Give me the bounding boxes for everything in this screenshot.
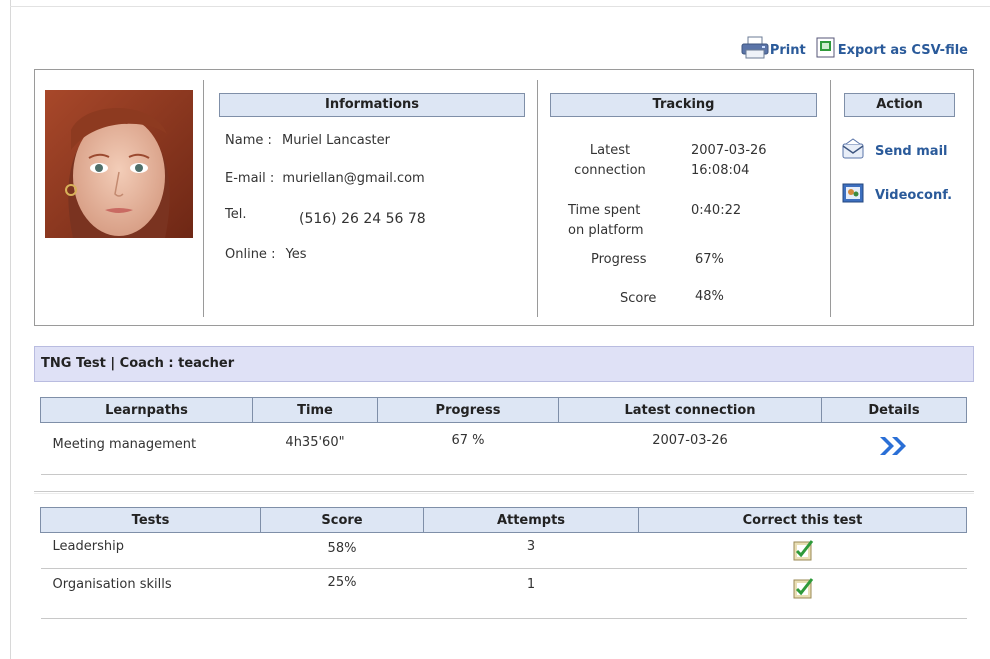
csv-export-icon (814, 36, 838, 64)
col-learnpaths: Learnpaths (40, 397, 253, 423)
test-attempts: 1 (423, 568, 639, 619)
divider-3 (830, 80, 831, 317)
videoconf-label: Videoconf. (875, 187, 953, 203)
divider-2 (537, 80, 538, 317)
col-attempts: Attempts (423, 507, 639, 533)
col-latest-connection: Latest connection (558, 397, 822, 423)
table-row: Meeting management 4h35'60" 67 % 2007-03… (40, 422, 967, 475)
tel-label: Tel. (225, 207, 247, 222)
col-tests: Tests (40, 507, 261, 533)
latest-connection-time: 16:08:04 (691, 163, 750, 178)
correct-test-icon[interactable] (790, 537, 816, 567)
time-spent-value: 0:40:22 (691, 203, 742, 218)
progress-value: 67% (695, 252, 724, 267)
online-value: Yes (285, 247, 307, 262)
time-spent-label-line2: on platform (568, 223, 644, 238)
details-arrow-icon[interactable] (877, 435, 911, 461)
send-mail-label: Send mail (875, 143, 948, 159)
section-separator-shadow (34, 493, 974, 494)
name-label: Name : (225, 133, 272, 148)
col-details: Details (821, 397, 967, 423)
time-spent-label-line1: Time spent (568, 203, 641, 218)
export-csv-label: Export as CSV-file (837, 42, 968, 58)
progress-label: Progress (591, 252, 647, 267)
test-attempts: 3 (423, 532, 639, 569)
correct-test-cell (638, 532, 967, 569)
test-name: Organisation skills (40, 568, 261, 619)
test-name: Leadership (40, 532, 261, 569)
score-label: Score (620, 291, 657, 306)
tests-table: Tests Score Attempts Correct this test L… (40, 507, 967, 619)
table-row: Organisation skills 25% 1 (40, 568, 967, 619)
informations-header: Informations (219, 93, 525, 117)
latest-connection-date: 2007-03-26 (691, 143, 767, 158)
tel-row: Tel. (225, 207, 246, 222)
test-score: 58% (260, 532, 424, 569)
learnpaths-table: Learnpaths Time Progress Latest connecti… (40, 397, 967, 475)
learnpath-progress: 67 % (377, 422, 559, 475)
top-actions: Print Export as CSV-file (740, 36, 968, 64)
learnpath-details-cell (821, 422, 967, 475)
online-row: Online : Yes (225, 247, 307, 262)
correct-test-cell (638, 568, 967, 619)
tracking-header-label: Tracking (652, 97, 715, 112)
print-label: Print (769, 42, 806, 58)
page-frame-left (10, 0, 11, 659)
mail-icon (841, 138, 865, 164)
section-separator (34, 491, 974, 492)
user-photo (45, 90, 193, 238)
learnpaths-header-row: Learnpaths Time Progress Latest connecti… (40, 397, 967, 423)
action-header-label: Action (876, 97, 923, 112)
videoconf-button[interactable]: Videoconf. (841, 182, 952, 208)
online-label: Online : (225, 247, 276, 262)
course-title: TNG Test | Coach : teacher (41, 356, 235, 371)
printer-icon (740, 36, 770, 64)
time-spent-label: Time spent on platform (568, 201, 644, 241)
tel-value: (516) 26 24 56 78 (299, 211, 426, 227)
col-correct-test: Correct this test (638, 507, 967, 533)
videoconf-icon (841, 182, 865, 208)
col-score: Score (260, 507, 424, 533)
divider-1 (203, 80, 204, 317)
send-mail-button[interactable]: Send mail (841, 138, 948, 164)
name-row: Name : Muriel Lancaster (225, 133, 390, 148)
latest-connection-label-line2: connection (574, 163, 646, 178)
email-row: E-mail : muriellan@gmail.com (225, 171, 425, 186)
correct-test-icon[interactable] (790, 575, 816, 605)
email-label: E-mail : (225, 171, 275, 186)
table-row: Leadership 58% 3 (40, 532, 967, 569)
col-progress: Progress (377, 397, 559, 423)
learnpath-time: 4h35'60" (252, 422, 378, 475)
tracking-header: Tracking (550, 93, 817, 117)
col-time: Time (252, 397, 378, 423)
score-value: 48% (695, 289, 724, 304)
course-title-bar: TNG Test | Coach : teacher (34, 346, 974, 382)
name-value: Muriel Lancaster (282, 133, 390, 148)
export-csv-link[interactable]: Export as CSV-file (814, 36, 968, 64)
print-link[interactable]: Print (740, 36, 806, 64)
page-frame-top (10, 6, 990, 7)
learnpath-latest-connection: 2007-03-26 (558, 422, 822, 475)
action-header: Action (844, 93, 955, 117)
test-score: 25% (260, 568, 424, 619)
email-value[interactable]: muriellan@gmail.com (282, 171, 424, 186)
tests-header-row: Tests Score Attempts Correct this test (40, 507, 967, 533)
latest-connection-value: 2007-03-26 16:08:04 (691, 141, 767, 181)
latest-connection-label: Latest connection (565, 141, 655, 181)
learnpath-name: Meeting management (40, 422, 253, 475)
profile-panel: Informations Tracking Action Name : Muri… (34, 69, 974, 326)
latest-connection-label-line1: Latest (589, 143, 631, 158)
